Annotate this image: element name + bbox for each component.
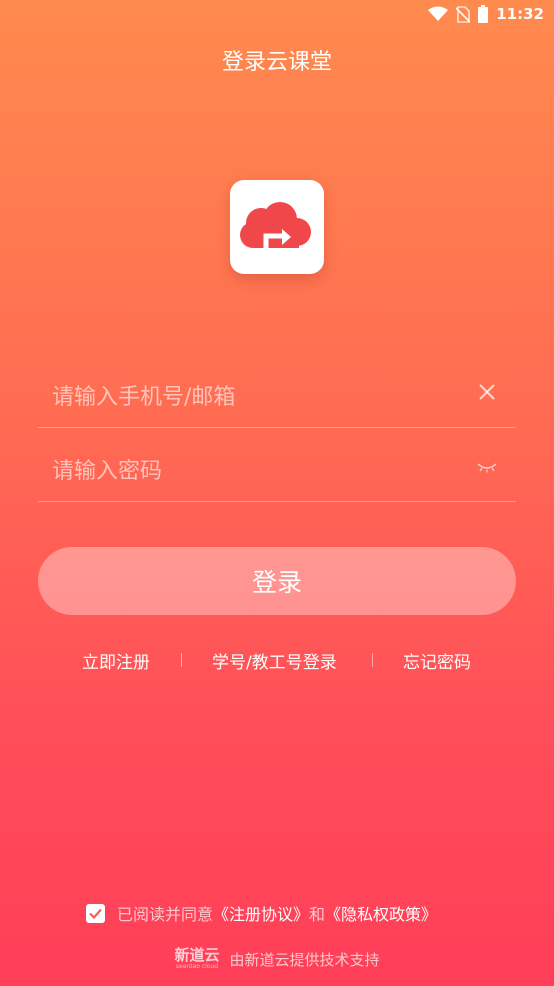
agreement-prefix: 已阅读并同意 (117, 905, 214, 924)
wifi-icon (428, 6, 449, 21)
forgot-password-link[interactable]: 忘记密码 (403, 648, 471, 673)
login-button[interactable]: 登录 (38, 547, 516, 615)
status-time: 11:32 (496, 5, 544, 23)
password-input[interactable]: 请输入密码 (52, 453, 162, 485)
footer-logo-name: 新道云 (174, 946, 220, 964)
terms-link[interactable]: 《注册协议》 (213, 901, 309, 925)
agreement-and: 和 (309, 905, 326, 924)
clear-icon[interactable] (476, 381, 498, 403)
link-divider (181, 653, 182, 667)
phone-email-field[interactable]: 请输入手机号/邮箱 (38, 367, 516, 428)
auth-links: 立即注册 学号/教工号登录 忘记密码 (0, 648, 554, 674)
status-bar: 11:32 (0, 0, 554, 30)
agreement-row: 已阅读并同意 《注册协议》 和 《隐私权政策》 (86, 900, 437, 926)
battery-icon (478, 5, 489, 23)
link-divider (372, 653, 373, 667)
checkmark-icon (89, 908, 102, 919)
privacy-policy-link[interactable]: 《隐私权政策》 (325, 901, 437, 925)
agreement-checkbox[interactable] (86, 903, 105, 923)
no-sim-icon (456, 5, 471, 23)
student-id-login-link[interactable]: 学号/教工号登录 (212, 648, 337, 673)
footer-text: 由新道云提供技术支持 (229, 950, 380, 969)
footer-logo-sub: seentao cloud (175, 963, 219, 970)
seentao-logo: 新道云 seentao cloud (174, 948, 219, 970)
status-icons: 11:32 (428, 5, 544, 23)
cloud-logo-icon (240, 202, 311, 248)
page-title: 登录云课堂 (221, 50, 332, 75)
password-field[interactable]: 请输入密码 (38, 441, 516, 502)
footer: 新道云 seentao cloud 由新道云提供技术支持 (0, 948, 554, 970)
register-link[interactable]: 立即注册 (82, 648, 150, 673)
app-logo (230, 180, 324, 274)
phone-email-input[interactable]: 请输入手机号/邮箱 (52, 379, 235, 411)
eye-closed-icon[interactable] (476, 461, 498, 475)
